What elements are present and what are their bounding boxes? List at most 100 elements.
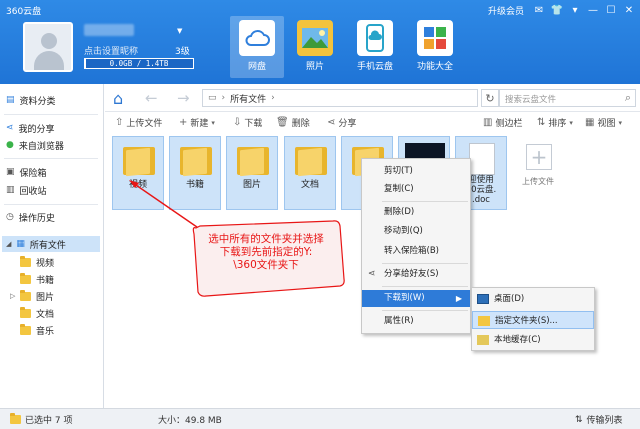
nav-phone-cloud[interactable]: 手机云盘 (348, 16, 402, 78)
refresh-button[interactable]: ↻ (481, 89, 499, 107)
menu-icon[interactable]: ▾ (568, 3, 582, 17)
home-icon[interactable]: ⌂ (113, 89, 123, 108)
upload-icon: ⇧ (115, 117, 124, 128)
menu-item-download-to[interactable]: 下载到(W) ▶ (362, 290, 470, 307)
skin-icon[interactable]: 👕 (550, 3, 564, 17)
sidebar-item-all-files[interactable]: ◢ ▦ 所有文件 (2, 236, 100, 252)
sidebar-folder-music[interactable]: 音乐 (20, 322, 54, 338)
sidebar-item-safe[interactable]: ▣ 保险箱 (6, 164, 47, 180)
view-button[interactable]: ▦ 视图 ▾ (585, 116, 622, 129)
sidebar-folder-pictures[interactable]: ▷ 图片 (10, 288, 54, 304)
avatar[interactable] (23, 22, 73, 72)
folder-icon (180, 145, 212, 177)
file-label: 上传文件 (522, 177, 554, 186)
share-button[interactable]: ⋖ 分享 (327, 116, 356, 129)
file-label: 书籍 (185, 180, 204, 190)
chevron-right-icon: › (271, 93, 275, 103)
sidebar-folder-books[interactable]: 书籍 (20, 271, 54, 287)
menu-item-share[interactable]: ⋖ 分享给好友(S) (362, 266, 470, 283)
download-button[interactable]: ⇩ 下载 (233, 116, 262, 129)
folder-icon (123, 145, 155, 177)
file-item-upload[interactable]: + 上传文件 (512, 136, 564, 210)
nav-photos[interactable]: 照片 (288, 16, 342, 78)
chevron-right-icon: › (221, 93, 226, 103)
menu-item-delete[interactable]: 删除(D) (362, 204, 470, 221)
file-item-books[interactable]: 书籍 (169, 136, 221, 210)
nav-cloud-disk[interactable]: 网盘 (230, 16, 284, 78)
menu-item-move[interactable]: 移动到(Q) (362, 223, 470, 240)
search-input[interactable]: 搜索云盘文件 ⌕ (499, 89, 636, 107)
sidebar-item-my-share[interactable]: ⋖ 我的分享 (6, 120, 55, 136)
menu-item-to-safe[interactable]: 转入保险箱(B) (362, 243, 470, 260)
drive-icon: ▭ (208, 93, 217, 103)
file-item-video[interactable]: 视频 (112, 136, 164, 210)
chevron-down-icon[interactable]: ▼ (177, 27, 182, 35)
status-bar: 已选中 7 项 大小：49.8 MB ⇅ 传输列表 (0, 408, 640, 429)
file-item-documents[interactable]: 文档 (284, 136, 336, 210)
forward-arrow-icon[interactable]: → (177, 89, 190, 107)
upgrade-vip-link[interactable]: 升级会员 (488, 4, 524, 17)
maximize-icon[interactable]: ☐ (604, 3, 618, 17)
folder-icon (477, 335, 489, 345)
selection-count: 已选中 7 项 (25, 416, 73, 426)
desktop-icon (477, 294, 489, 304)
annotation-line: \360文件夹下 (233, 259, 299, 271)
search-icon[interactable]: ⌕ (625, 91, 631, 105)
sidebar-item-label: 我的分享 (18, 124, 55, 135)
sidebar-item-categories[interactable]: ▤ 资料分类 (6, 92, 56, 108)
sidebar-folder-video[interactable]: 视频 (20, 254, 54, 270)
minimize-icon[interactable]: — (586, 3, 600, 17)
menu-item-cut[interactable]: 剪切(T) (362, 163, 470, 180)
chevron-down-icon: ▾ (211, 118, 215, 127)
nav-toolbox[interactable]: 功能大全 (408, 16, 462, 78)
sidebar-icon: ▥ (483, 117, 493, 128)
annotation-line: 选中所有的文件夹并选择 (208, 233, 324, 245)
trash-icon: 🗑 (276, 117, 289, 128)
set-nickname-link[interactable]: 点击设置昵称 (84, 44, 138, 57)
app-title: 360云盘 (6, 7, 42, 17)
folder-icon (20, 289, 31, 301)
close-icon[interactable]: ✕ (622, 3, 636, 17)
sidebar-item-recycle-bin[interactable]: ▥ 回收站 (6, 182, 47, 198)
submenu-item-desktop[interactable]: 桌面(D) (472, 290, 594, 308)
file-item-pictures[interactable]: 图片 (226, 136, 278, 210)
submenu-item-specified-folder[interactable]: 指定文件夹(S)... (472, 311, 594, 329)
sidebar-item-label: 来自浏览器 (18, 141, 64, 152)
folder-icon (20, 323, 31, 335)
sidebar-item-label: 资料分类 (19, 96, 56, 107)
context-menu: 剪切(T) 复制(C) 删除(D) 移动到(Q) 转入保险箱(B) ⋖ 分享给好… (361, 158, 471, 334)
photo-icon (297, 20, 333, 56)
delete-button[interactable]: 🗑 删除 (276, 116, 310, 129)
new-button[interactable]: + 新建 ▾ (179, 116, 215, 129)
annotation-line: 下载到先前指定的Y: (219, 246, 313, 258)
chevron-right-icon[interactable]: ▷ (10, 292, 15, 300)
sort-button[interactable]: ⇅ 排序 ▾ (537, 116, 573, 129)
message-icon[interactable]: ✉ (532, 3, 546, 17)
breadcrumb-all-files[interactable]: 所有文件 (230, 92, 266, 105)
transfer-label: 传输列表 (586, 416, 623, 426)
upload-button[interactable]: ⇧ 上传文件 (115, 116, 162, 129)
address-bar: ⌂ ← → ▭ › 所有文件 › ↻ 搜索云盘文件 ⌕ (105, 84, 640, 112)
download-icon: ⇩ (233, 117, 242, 128)
history-icon: ◷ (6, 212, 14, 222)
path-box[interactable]: ▭ › 所有文件 › (202, 89, 478, 107)
phone-cloud-icon (357, 20, 393, 56)
menu-item-copy[interactable]: 复制(C) (362, 181, 470, 198)
chevron-down-icon: ▾ (569, 118, 573, 127)
folder-icon (20, 272, 31, 284)
chevron-down-icon: ◢ (6, 240, 12, 248)
folder-label: 音乐 (36, 326, 55, 337)
sidebar-toggle-button[interactable]: ▥ 侧边栏 (483, 116, 522, 129)
toolbar: ⇧ 上传文件 + 新建 ▾ ⇩ 下载 🗑 删除 ⋖ 分享 ▥ 侧边栏 ⇅ 排序 ▾ ▦ 视图 ▾ (105, 112, 640, 134)
sidebar-folder-documents[interactable]: 文档 (20, 305, 54, 321)
sidebar: ▤ 资料分类 ⋖ 我的分享 ● 来自浏览器 ▣ 保险箱 ▥ 回收站 ◷ 操作历史… (0, 84, 104, 408)
submenu-item-local-cache[interactable]: 本地缓存(C) (472, 331, 594, 349)
folder-icon (237, 145, 269, 177)
category-icon: ▤ (6, 95, 15, 105)
sidebar-item-label: 所有文件 (29, 240, 66, 251)
sidebar-item-from-browser[interactable]: ● 来自浏览器 (6, 137, 64, 153)
sidebar-item-history[interactable]: ◷ 操作历史 (6, 209, 55, 225)
menu-item-properties[interactable]: 属性(R) (362, 313, 470, 330)
back-arrow-icon[interactable]: ← (145, 89, 158, 107)
transfer-list-button[interactable]: ⇅ 传输列表 (575, 413, 623, 427)
